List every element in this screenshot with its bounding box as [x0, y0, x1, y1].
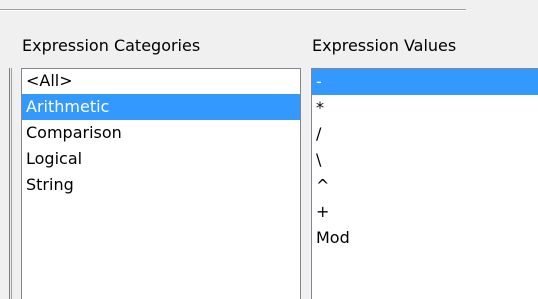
- group-divider: [0, 9, 466, 11]
- category-item-string[interactable]: String: [22, 172, 300, 198]
- value-item-multiply[interactable]: *: [312, 95, 538, 121]
- category-item-comparison[interactable]: Comparison: [22, 120, 300, 146]
- expression-categories-list[interactable]: <All> Arithmetic Comparison Logical Stri…: [21, 68, 301, 299]
- value-item-plus[interactable]: +: [312, 199, 538, 225]
- value-item-minus[interactable]: -: [312, 69, 538, 95]
- expression-dialog-fragment: Expression Categories Expression Values …: [0, 0, 538, 299]
- value-item-integer-divide[interactable]: \: [312, 147, 538, 173]
- expression-categories-label: Expression Categories: [22, 36, 201, 55]
- value-item-power[interactable]: ^: [312, 173, 538, 199]
- value-item-divide[interactable]: /: [312, 121, 538, 147]
- expression-values-list[interactable]: - * / \ ^ + Mod: [311, 68, 538, 299]
- category-item-all[interactable]: <All>: [22, 69, 300, 94]
- category-item-logical[interactable]: Logical: [22, 146, 300, 172]
- category-item-arithmetic[interactable]: Arithmetic: [22, 94, 300, 120]
- value-item-mod[interactable]: Mod: [312, 225, 538, 251]
- left-panel-edge: [0, 68, 12, 299]
- expression-values-label: Expression Values: [312, 36, 457, 55]
